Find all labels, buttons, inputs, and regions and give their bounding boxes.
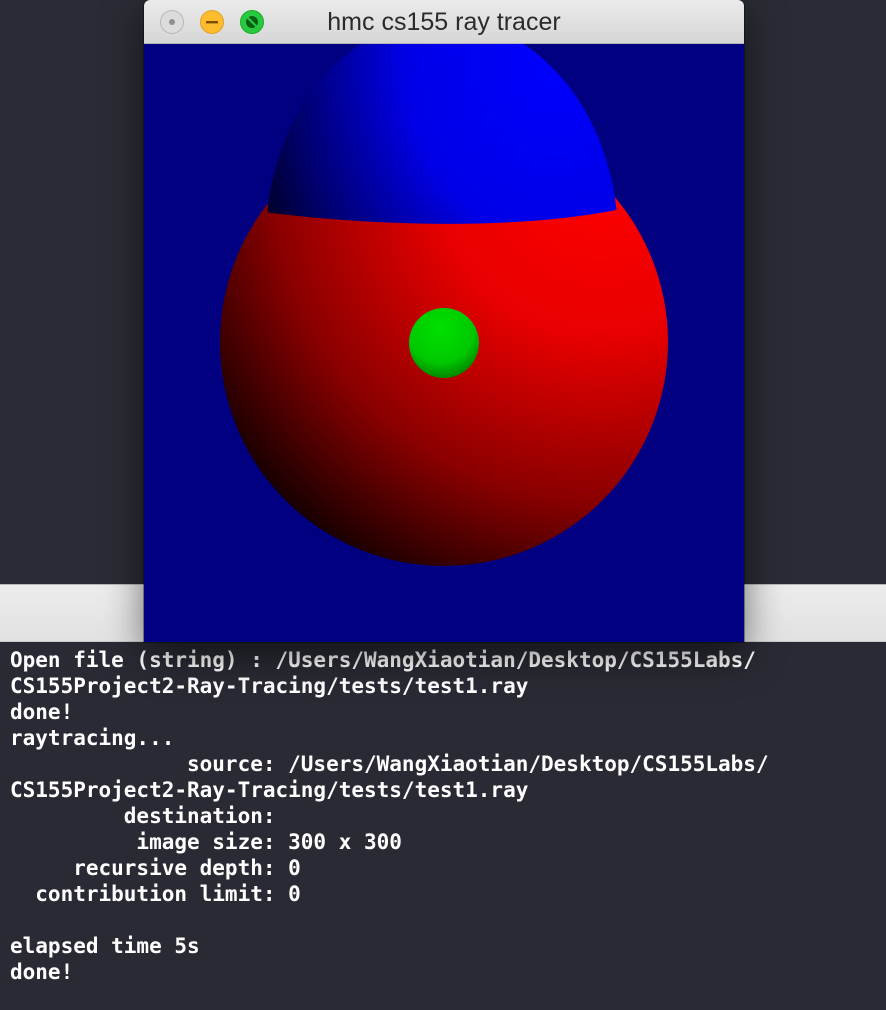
- console-line: CS155Project2-Ray-Tracing/tests/test1.ra…: [10, 674, 529, 698]
- console-output: Open file (string) : /Users/WangXiaotian…: [10, 647, 769, 985]
- fullscreen-icon: [246, 16, 258, 28]
- window-title: hmc cs155 ray tracer: [327, 8, 561, 36]
- render-canvas: [144, 44, 744, 642]
- console-line: contribution limit: 0: [10, 882, 301, 906]
- close-button[interactable]: [160, 10, 184, 34]
- console-line: Open file (string) : /Users/WangXiaotian…: [10, 648, 756, 672]
- console-line: CS155Project2-Ray-Tracing/tests/test1.ra…: [10, 778, 529, 802]
- console-line: image size: 300 x 300: [10, 830, 402, 854]
- ray-tracer-window: hmc cs155 ray tracer: [144, 0, 744, 642]
- close-icon: [169, 19, 175, 25]
- console-line: elapsed time 5s: [10, 934, 200, 958]
- zoom-button[interactable]: [240, 10, 264, 34]
- minimize-button[interactable]: [200, 10, 224, 34]
- minimize-icon: [206, 21, 218, 24]
- console-line: destination:: [10, 804, 276, 828]
- console-line: source: /Users/WangXiaotian/Desktop/CS15…: [10, 752, 769, 776]
- console-line: done!: [10, 700, 74, 724]
- green-sphere: [409, 308, 479, 378]
- debug-console[interactable]: Open file (string) : /Users/WangXiaotian…: [0, 642, 886, 1010]
- console-line: recursive depth: 0: [10, 856, 301, 880]
- console-line: done!: [10, 960, 74, 984]
- window-titlebar[interactable]: hmc cs155 ray tracer: [144, 0, 744, 44]
- console-line: raytracing...: [10, 726, 175, 750]
